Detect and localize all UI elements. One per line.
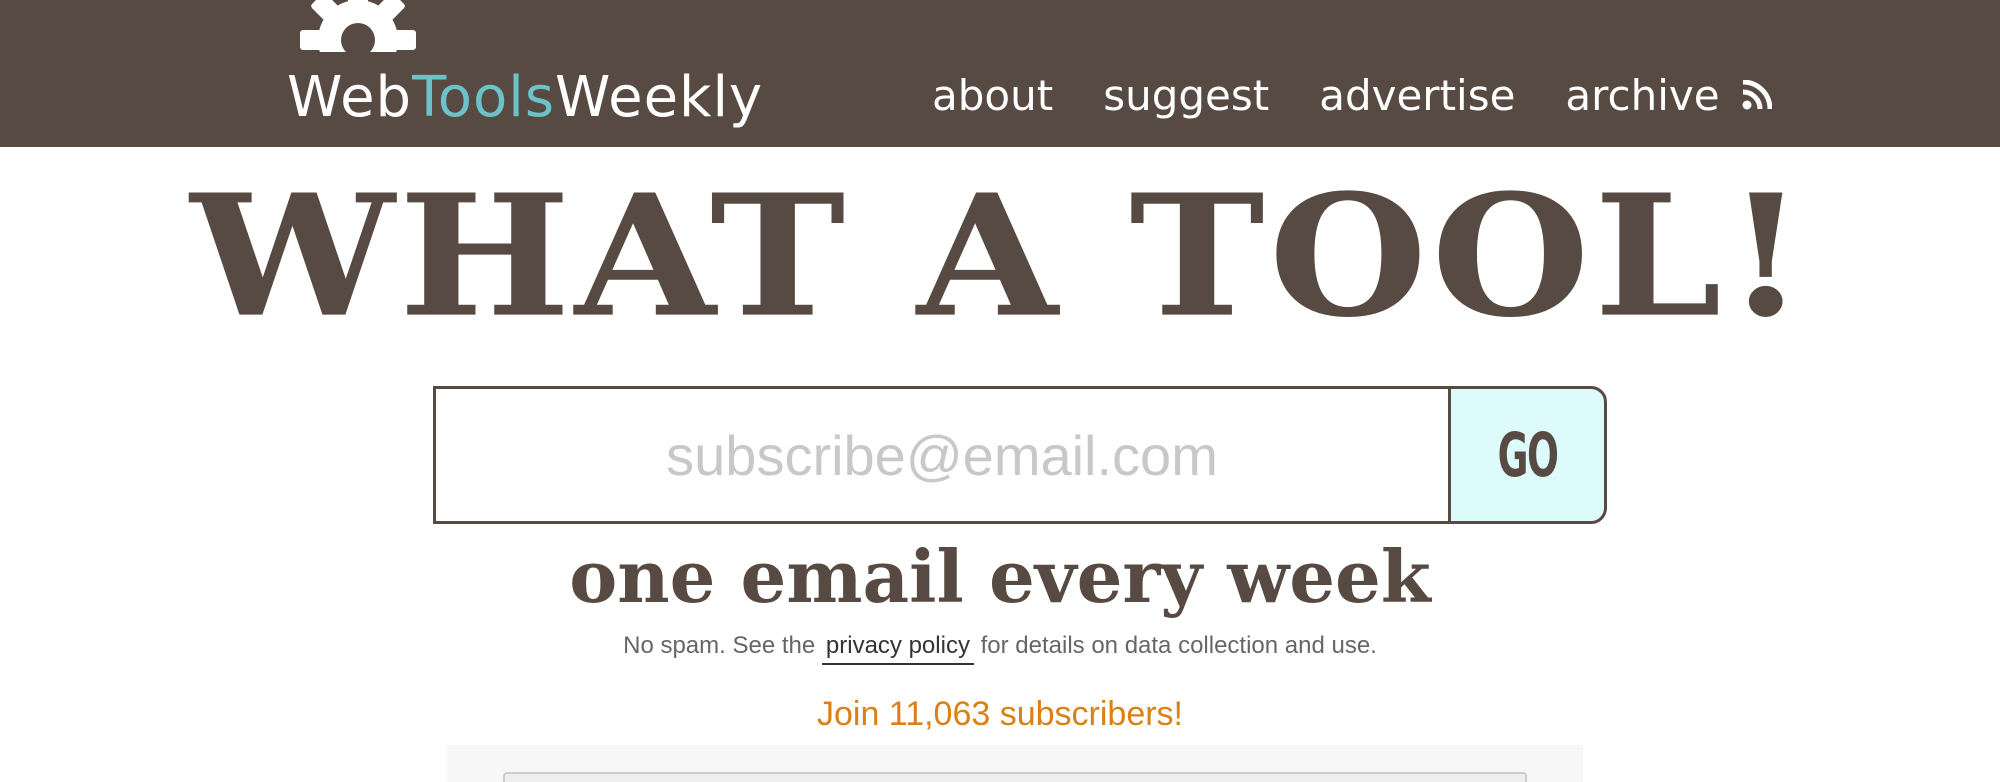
gear-icon <box>296 0 420 52</box>
subscribe-form: GO <box>433 386 1607 524</box>
logo-tools: Tools <box>412 65 556 130</box>
tagline: one email every week <box>569 534 1431 619</box>
nav-archive-link[interactable]: archive <box>1565 71 1719 120</box>
content-card <box>503 772 1527 782</box>
nav-advertise-link[interactable]: advertise <box>1319 71 1515 120</box>
privacy-note-before: No spam. See the <box>623 632 816 659</box>
logo-web: Web <box>287 65 413 130</box>
rss-icon[interactable] <box>1742 79 1773 110</box>
page-headline: WHAT A TOOL! <box>190 157 1810 355</box>
go-button-label: GO <box>1497 419 1559 491</box>
site-header: WebToolsWeekly about suggest advertise a… <box>0 0 2000 147</box>
subscriber-count: Join 11,063 subscribers! <box>816 695 1183 733</box>
logo-weekly: Weekly <box>555 65 764 130</box>
main-nav: about suggest advertise archive <box>932 62 1770 128</box>
nav-suggest-link[interactable]: suggest <box>1103 71 1269 120</box>
email-input[interactable] <box>433 386 1448 524</box>
privacy-policy-link[interactable]: privacy policy <box>821 632 974 665</box>
privacy-note: No spam. See the privacy policy for deta… <box>0 630 2000 665</box>
site-logo[interactable]: WebToolsWeekly <box>287 58 763 138</box>
nav-about-link[interactable]: about <box>932 71 1053 120</box>
privacy-note-after: for details on data collection and use. <box>980 632 1377 659</box>
go-button[interactable]: GO <box>1448 386 1607 524</box>
